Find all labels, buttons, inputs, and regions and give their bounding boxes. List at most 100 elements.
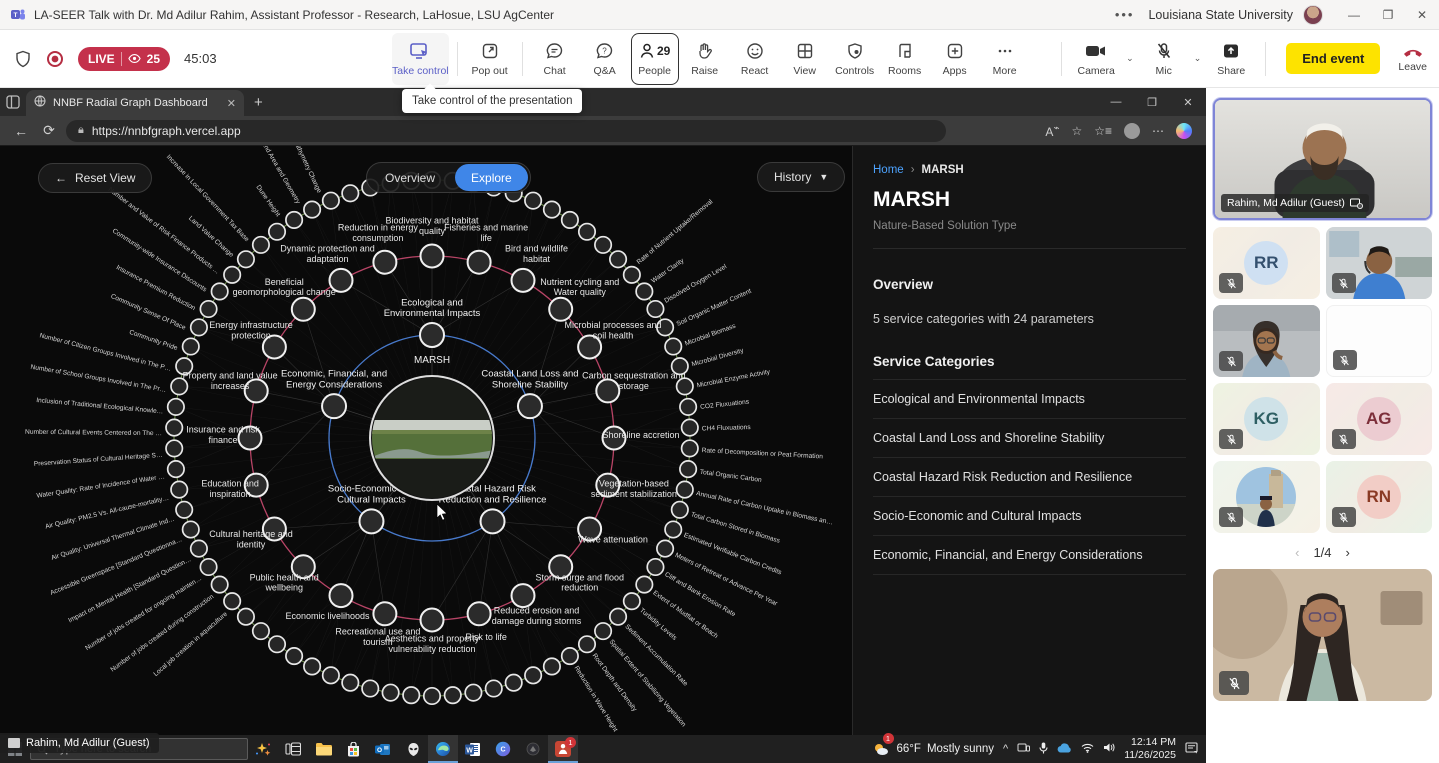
explore-tab[interactable]: Explore (455, 164, 528, 191)
share-button[interactable]: Share (1207, 33, 1255, 85)
outer-parameter-node[interactable] (183, 338, 199, 354)
qa-button[interactable]: ? Q&A (581, 33, 629, 85)
canvas-icon[interactable]: C (488, 735, 518, 763)
outer-parameter-node[interactable] (166, 419, 182, 435)
outer-parameter-node[interactable] (595, 623, 611, 639)
parameter-node[interactable] (373, 602, 396, 625)
outer-parameter-node[interactable] (579, 636, 595, 652)
mic-button[interactable]: Mic (1140, 33, 1188, 85)
copilot-sparkle-icon[interactable] (248, 735, 278, 763)
outer-parameter-node[interactable] (253, 623, 269, 639)
raise-button[interactable]: Raise (681, 33, 729, 85)
apps-button[interactable]: Apps (931, 33, 979, 85)
outer-parameter-node[interactable] (544, 201, 560, 217)
outer-parameter-node[interactable] (682, 440, 698, 456)
alienware-icon[interactable] (398, 735, 428, 763)
next-page-icon[interactable]: › (1346, 545, 1350, 560)
minimize-button[interactable]: — (1337, 0, 1371, 30)
participant-tile-rr[interactable]: RR (1213, 227, 1320, 299)
outer-parameter-node[interactable] (506, 675, 522, 691)
category-node[interactable] (420, 323, 444, 347)
outer-parameter-node[interactable] (342, 185, 358, 201)
outer-parameter-node[interactable] (682, 419, 698, 435)
overview-tab[interactable]: Overview (369, 164, 451, 191)
browser-minimize[interactable]: — (1098, 89, 1134, 115)
parameter-node[interactable] (421, 609, 444, 632)
browser-more-icon[interactable]: ⋯ (1152, 124, 1164, 138)
browser-profile-avatar[interactable] (1124, 123, 1140, 139)
parameter-node[interactable] (292, 298, 315, 321)
taskbar-clock[interactable]: 12:14 PM 11/26/2025 (1124, 736, 1176, 762)
outer-parameter-node[interactable] (166, 440, 182, 456)
outer-parameter-node[interactable] (647, 559, 663, 575)
outer-parameter-node[interactable] (677, 378, 693, 394)
outer-parameter-node[interactable] (445, 687, 461, 703)
back-icon[interactable]: ← (10, 123, 32, 139)
category-node[interactable] (359, 509, 383, 533)
outer-parameter-node[interactable] (253, 237, 269, 253)
outer-parameter-node[interactable] (211, 283, 227, 299)
browser-tab[interactable]: NNBF Radial Graph Dashboard ✕ (26, 90, 244, 116)
url-field[interactable]: 🔒︎ https://nnbfgraph.vercel.app (66, 120, 946, 142)
outer-parameter-node[interactable] (238, 609, 254, 625)
outer-parameter-node[interactable] (624, 267, 640, 283)
outer-parameter-node[interactable] (562, 212, 578, 228)
tray-mic-icon[interactable] (1039, 742, 1048, 757)
outer-parameter-node[interactable] (525, 192, 541, 208)
outer-parameter-node[interactable] (286, 212, 302, 228)
reset-view-button[interactable]: ← Reset View (38, 163, 152, 193)
end-event-button[interactable]: End event (1286, 43, 1380, 74)
outer-parameter-node[interactable] (647, 301, 663, 317)
collections-icon[interactable]: ☆≡ (1094, 124, 1112, 138)
parameter-node[interactable] (330, 584, 353, 607)
leave-button[interactable]: Leave (1398, 45, 1427, 73)
outer-parameter-node[interactable] (424, 688, 440, 704)
outer-parameter-node[interactable] (665, 338, 681, 354)
outer-parameter-node[interactable] (362, 680, 378, 696)
outer-parameter-node[interactable] (680, 461, 696, 477)
dark-app-icon[interactable] (518, 735, 548, 763)
tray-expand-icon[interactable]: ^ (1003, 743, 1008, 755)
outlook-icon[interactable]: O (368, 735, 398, 763)
outer-parameter-node[interactable] (200, 301, 216, 317)
outer-parameter-node[interactable] (610, 609, 626, 625)
participant-tile[interactable] (1213, 461, 1320, 533)
outer-parameter-node[interactable] (672, 502, 688, 518)
outer-parameter-node[interactable] (269, 636, 285, 652)
rooms-button[interactable]: Rooms (881, 33, 929, 85)
parameter-node[interactable] (512, 269, 535, 292)
tab-close-icon[interactable]: ✕ (227, 97, 236, 110)
history-dropdown[interactable]: History ▼ (757, 162, 845, 192)
file-explorer-icon[interactable] (308, 735, 338, 763)
outer-parameter-node[interactable] (579, 224, 595, 240)
outer-parameter-node[interactable] (624, 593, 640, 609)
category-node[interactable] (481, 509, 505, 533)
participant-tile[interactable] (1326, 305, 1433, 377)
browser-close[interactable]: ✕ (1170, 89, 1206, 115)
volume-icon[interactable] (1103, 742, 1115, 756)
chat-button[interactable]: Chat (531, 33, 579, 85)
main-speaker-tile[interactable]: Rahim, Md Adilur (Guest) (1213, 98, 1432, 220)
outer-parameter-node[interactable] (382, 684, 398, 700)
tab-actions-icon[interactable] (0, 95, 26, 109)
camera-button[interactable]: Camera (1072, 33, 1120, 85)
outer-parameter-node[interactable] (562, 648, 578, 664)
parameter-node[interactable] (373, 251, 396, 274)
store-icon[interactable] (338, 735, 368, 763)
breadcrumb-home-link[interactable]: Home (873, 164, 904, 176)
outer-parameter-node[interactable] (323, 192, 339, 208)
new-tab-button[interactable]: + (254, 94, 263, 111)
react-button[interactable]: React (731, 33, 779, 85)
close-button[interactable]: ✕ (1405, 0, 1439, 30)
outer-parameter-node[interactable] (191, 540, 207, 556)
more-button[interactable]: More (981, 33, 1029, 85)
titlebar-more-menu[interactable]: ••• (1115, 7, 1135, 22)
parameter-node[interactable] (468, 251, 491, 274)
outer-parameter-node[interactable] (525, 667, 541, 683)
service-category-item[interactable]: Economic, Financial, and Energy Consider… (873, 536, 1186, 575)
service-category-item[interactable]: Socio-Economic and Cultural Impacts (873, 497, 1186, 536)
outer-parameter-node[interactable] (200, 559, 216, 575)
outer-parameter-node[interactable] (191, 319, 207, 335)
parameter-node[interactable] (512, 584, 535, 607)
controls-button[interactable]: Controls (831, 33, 879, 85)
